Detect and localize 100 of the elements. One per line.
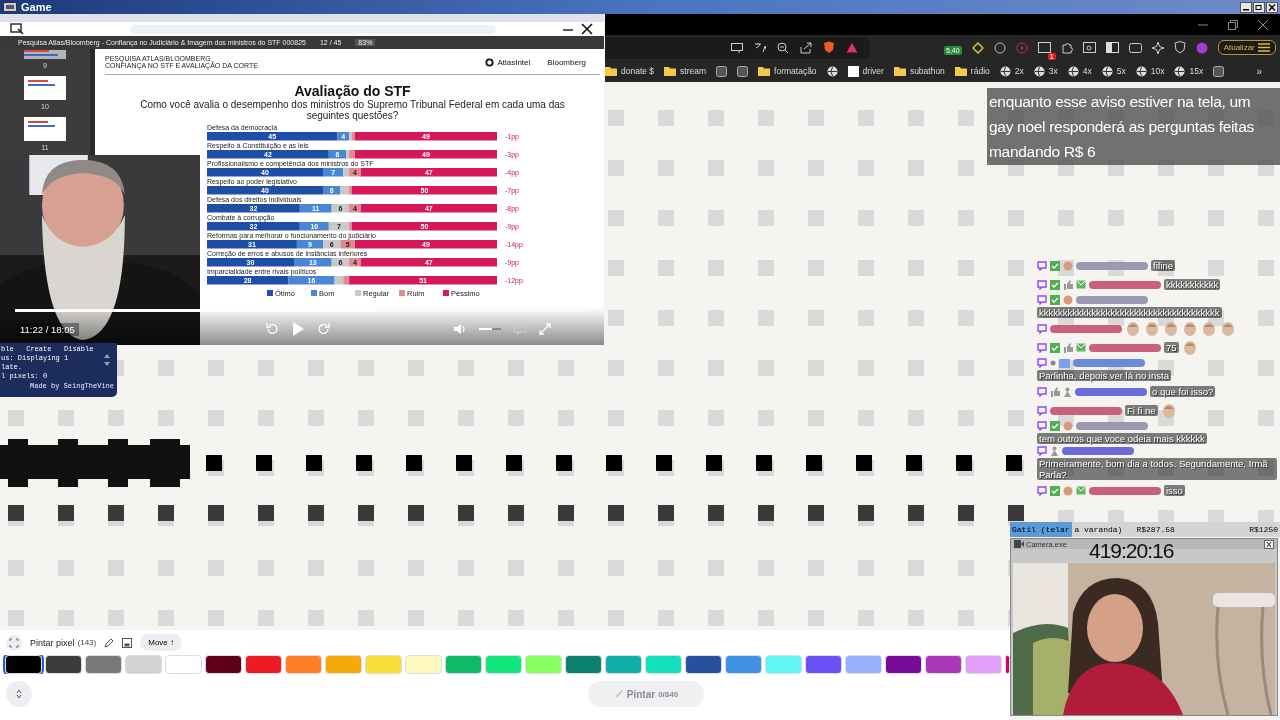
- color-swatch[interactable]: [525, 655, 562, 674]
- shield-icon[interactable]: [823, 41, 835, 54]
- folder-icon: [664, 66, 677, 76]
- triangle-icon[interactable]: [846, 42, 858, 53]
- save-icon[interactable]: [122, 637, 133, 648]
- extension-icon[interactable]: [1195, 41, 1208, 54]
- color-swatch[interactable]: [245, 655, 282, 674]
- goal-current: R$287.58: [1136, 525, 1175, 534]
- bookmark[interactable]: rádio: [954, 66, 990, 76]
- close-icon[interactable]: [580, 22, 594, 36]
- address-bar[interactable]: [605, 36, 870, 59]
- color-swatch[interactable]: [205, 655, 242, 674]
- color-swatch[interactable]: [845, 655, 882, 674]
- bookmark[interactable]: subathon: [893, 66, 945, 76]
- restore-icon[interactable]: [1228, 19, 1238, 30]
- legend-swatch: [443, 290, 449, 296]
- collapse-button[interactable]: [6, 681, 32, 707]
- update-button[interactable]: Atualizar: [1217, 40, 1276, 55]
- bookmark[interactable]: 5x: [1101, 65, 1126, 77]
- bookmark[interactable]: donate $: [605, 66, 655, 76]
- close-icon[interactable]: [1264, 539, 1274, 549]
- check-icon: [1050, 342, 1060, 353]
- speech-bubble-icon: [1037, 323, 1047, 334]
- minimize-icon[interactable]: [1240, 1, 1252, 13]
- circle-icon[interactable]: [993, 41, 1006, 54]
- speech-bubble-icon: [1037, 260, 1047, 271]
- search-icon[interactable]: [1082, 41, 1096, 54]
- bookmark[interactable]: 15x: [1174, 65, 1204, 77]
- color-swatch[interactable]: [805, 655, 842, 674]
- page-thumbnail[interactable]: [24, 76, 66, 100]
- folder-icon: [605, 66, 617, 76]
- goal-target: R$1250: [1249, 525, 1278, 534]
- close-icon[interactable]: [1258, 19, 1268, 30]
- color-swatch[interactable]: [445, 655, 482, 674]
- smiley-icon: [1063, 260, 1073, 271]
- bookmark[interactable]: 3x: [1033, 65, 1058, 77]
- screenshot-icon[interactable]: [10, 23, 24, 35]
- color-swatch[interactable]: [765, 655, 802, 674]
- close-icon[interactable]: [1266, 1, 1278, 13]
- move-button[interactable]: Move ↑: [140, 634, 182, 651]
- pencil-icon[interactable]: [104, 637, 115, 648]
- bookmark[interactable]: 2x: [999, 65, 1024, 77]
- bookmark[interactable]: [826, 65, 838, 77]
- more-bookmarks[interactable]: »: [1256, 65, 1262, 77]
- emote-icon: [1144, 320, 1160, 337]
- legend-swatch: [267, 290, 273, 296]
- folder-icon: [893, 66, 906, 76]
- color-swatch[interactable]: [605, 655, 642, 674]
- video-player[interactable]: [0, 14, 604, 345]
- bookmark[interactable]: [716, 65, 728, 77]
- page-thumbnail[interactable]: [24, 50, 66, 59]
- scroll-arrows-icon[interactable]: [103, 353, 111, 367]
- cast-icon[interactable]: [731, 42, 743, 53]
- globe-icon: [999, 65, 1011, 77]
- sparkle-icon[interactable]: [1151, 41, 1164, 54]
- globe-icon: [1135, 65, 1147, 77]
- app-icon: [716, 65, 728, 77]
- page-subheading: Como você avalia o desempenho dos ministros do Supremo Tribunal Federal em cada uma das seguintes questões?: [139, 99, 566, 121]
- translate-icon[interactable]: [754, 42, 766, 53]
- diamond-icon[interactable]: [971, 41, 984, 54]
- color-swatch[interactable]: [925, 655, 962, 674]
- shield-icon[interactable]: [1173, 41, 1186, 54]
- zoom-out-icon[interactable]: [777, 41, 789, 54]
- color-swatch[interactable]: [85, 655, 122, 674]
- color-swatch[interactable]: [285, 655, 322, 674]
- bookmark[interactable]: 10x: [1135, 65, 1165, 77]
- message-text: Primeiramente, bom dia a todos. Segundamente, Irmã Parla?: [1037, 458, 1277, 480]
- color-swatch[interactable]: [645, 655, 682, 674]
- bookmark[interactable]: driver: [847, 65, 884, 77]
- color-swatch[interactable]: [325, 655, 362, 674]
- legend-swatch: [399, 290, 405, 296]
- bookmark[interactable]: formatação: [758, 66, 817, 76]
- color-swatch[interactable]: [405, 655, 442, 674]
- wallet-icon[interactable]: [1128, 41, 1142, 54]
- restore-icon[interactable]: [1253, 1, 1265, 13]
- bookmark[interactable]: [737, 65, 749, 77]
- color-swatch[interactable]: [965, 655, 1002, 674]
- color-swatch[interactable]: [125, 655, 162, 674]
- playback-time: 11:22 / 18:05: [16, 322, 79, 336]
- color-swatch[interactable]: [485, 655, 522, 674]
- color-swatch[interactable]: [565, 655, 602, 674]
- globe-icon: [1033, 65, 1045, 77]
- color-swatch[interactable]: [165, 655, 202, 674]
- color-swatch[interactable]: [885, 655, 922, 674]
- puzzle-icon[interactable]: [1060, 41, 1073, 54]
- share-icon[interactable]: [800, 41, 812, 54]
- bookmark[interactable]: stream: [664, 66, 707, 76]
- color-swatch[interactable]: [685, 655, 722, 674]
- sidebar-icon[interactable]: [1105, 41, 1119, 54]
- record-icon[interactable]: [1015, 41, 1028, 54]
- emote-icon: [1163, 320, 1179, 337]
- window-icon[interactable]: [1037, 41, 1051, 54]
- bookmark[interactable]: 4x: [1067, 65, 1092, 77]
- page-thumbnail[interactable]: [24, 117, 66, 141]
- color-swatch[interactable]: [725, 655, 762, 674]
- color-swatch[interactable]: [45, 655, 82, 674]
- color-swatch[interactable]: [365, 655, 402, 674]
- bookmark[interactable]: [1213, 65, 1225, 77]
- globe-icon: [826, 65, 838, 77]
- color-swatch[interactable]: [5, 655, 42, 674]
